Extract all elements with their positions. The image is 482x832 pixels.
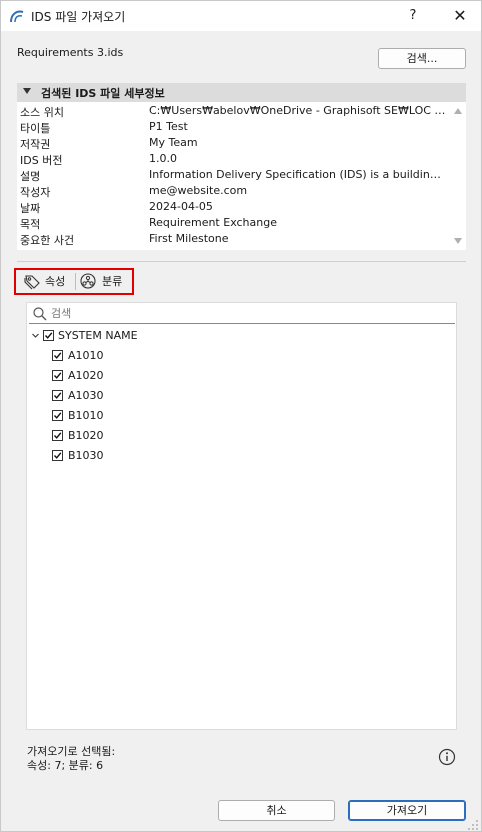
tab-classification[interactable]: 분류: [76, 270, 132, 293]
tree-root-row[interactable]: SYSTEM NAME: [31, 328, 331, 346]
tree-item[interactable]: B1020: [52, 428, 252, 446]
detail-value: C:₩Users₩abelov₩OneDrive - Graphisoft SE…: [149, 104, 447, 117]
tree-item-label: B1020: [68, 429, 104, 442]
detail-key: 소스 위치: [20, 106, 64, 119]
detail-value: me@website.com: [149, 184, 248, 197]
detail-value: 2024-04-05: [149, 200, 213, 213]
tag-icon: [24, 275, 40, 290]
detail-value: P1 Test: [149, 120, 188, 133]
tree-item-checkbox[interactable]: [52, 430, 63, 441]
tree-item-checkbox[interactable]: [52, 350, 63, 361]
archicad-logo-icon: [10, 10, 24, 23]
tree-item[interactable]: B1030: [52, 448, 252, 466]
classification-tree-panel: SYSTEM NAME A1010 A1020 A1030 B1010: [26, 302, 457, 730]
import-button[interactable]: 가져오기: [348, 800, 466, 821]
tree-item-label: A1030: [68, 389, 104, 402]
detail-row: 목적 Requirement Exchange: [17, 215, 447, 231]
tree-item[interactable]: B1010: [52, 408, 252, 426]
tab-properties-label: 속성: [45, 275, 66, 288]
detail-key: 타이틀: [20, 122, 51, 135]
tree-search-input[interactable]: [51, 305, 441, 321]
checkmark-icon: [53, 412, 62, 419]
tree-item[interactable]: A1030: [52, 388, 252, 406]
detail-row: 소스 위치 C:₩Users₩abelov₩OneDrive - Graphis…: [17, 103, 447, 119]
details-section-header[interactable]: 검색된 IDS 파일 세부정보: [17, 83, 466, 102]
tree-root-checkbox[interactable]: [43, 330, 54, 341]
detail-value: First Milestone: [149, 232, 229, 245]
close-button[interactable]: ✕: [447, 5, 473, 27]
browse-search-button[interactable]: 검색...: [378, 48, 466, 69]
tree-search-box[interactable]: [29, 304, 455, 324]
detail-key: 목적: [20, 218, 41, 231]
detail-row: 저작권 My Team: [17, 135, 447, 151]
details-header-label: 검색된 IDS 파일 세부정보: [41, 87, 165, 100]
window-title: IDS 파일 가져오기: [31, 10, 126, 24]
tree-item-label: B1030: [68, 449, 104, 462]
detail-row: 타이틀 P1 Test: [17, 119, 447, 135]
collapse-triangle-icon[interactable]: [23, 88, 31, 94]
checkmark-icon: [53, 432, 62, 439]
section-divider: [17, 261, 466, 262]
search-icon: [33, 307, 47, 321]
scroll-up-arrow-icon[interactable]: [454, 108, 462, 114]
detail-key: 설명: [20, 170, 41, 183]
detail-value: Information Delivery Specification (IDS)…: [149, 168, 447, 181]
tab-bar: 속성 분류: [14, 268, 134, 295]
tree-item[interactable]: A1010: [52, 348, 252, 366]
import-ids-dialog: IDS 파일 가져오기 ? ✕ Requirements 3.ids 검색...…: [0, 0, 482, 832]
tree-item-checkbox[interactable]: [52, 410, 63, 421]
cancel-button[interactable]: 취소: [218, 800, 335, 821]
chevron-down-icon[interactable]: [31, 331, 40, 340]
tree-item[interactable]: A1020: [52, 368, 252, 386]
tree-item-label: A1010: [68, 349, 104, 362]
status-line-2: 속성: 7; 분류: 6: [27, 759, 104, 772]
checkmark-icon: [53, 352, 62, 359]
requirements-file-name: Requirements 3.ids: [17, 46, 124, 59]
detail-key: 날짜: [20, 202, 41, 215]
detail-key: 작성자: [20, 186, 51, 199]
tab-classification-label: 분류: [102, 275, 123, 288]
detail-key: 중요한 사건: [20, 234, 75, 247]
checkmark-icon: [53, 372, 62, 379]
tree-item-checkbox[interactable]: [52, 370, 63, 381]
checkmark-icon: [53, 392, 62, 399]
checkmark-icon: [44, 332, 53, 339]
detail-value: Requirement Exchange: [149, 216, 277, 229]
scroll-down-arrow-icon[interactable]: [454, 238, 462, 244]
tree-item-label: B1010: [68, 409, 104, 422]
detail-row: 설명 Information Delivery Specification (I…: [17, 167, 447, 183]
detail-key: IDS 버전: [20, 154, 63, 167]
tree-root-label: SYSTEM NAME: [58, 329, 138, 342]
tree-item-checkbox[interactable]: [52, 390, 63, 401]
detail-row: IDS 버전 1.0.0: [17, 151, 447, 167]
resize-grip-icon[interactable]: [467, 819, 479, 831]
title-bar: IDS 파일 가져오기 ? ✕: [1, 1, 481, 31]
details-list: 소스 위치 C:₩Users₩abelov₩OneDrive - Graphis…: [17, 102, 466, 250]
checkmark-icon: [53, 452, 62, 459]
selection-status: 가져오기로 선택됨: 속성: 7; 분류: 6: [27, 745, 115, 773]
detail-row: 날짜 2024-04-05: [17, 199, 447, 215]
classification-icon: [80, 273, 96, 289]
detail-row: 중요한 사건 First Milestone: [17, 231, 447, 247]
info-icon[interactable]: [438, 748, 456, 766]
detail-value: My Team: [149, 136, 198, 149]
status-line-1: 가져오기로 선택됨:: [27, 745, 116, 758]
tree-item-label: A1020: [68, 369, 104, 382]
tree-item-checkbox[interactable]: [52, 450, 63, 461]
tab-properties[interactable]: 속성: [19, 270, 74, 293]
detail-key: 저작권: [20, 138, 51, 151]
detail-row: 작성자 me@website.com: [17, 183, 447, 199]
help-button[interactable]: ?: [399, 5, 427, 27]
detail-value: 1.0.0: [149, 152, 177, 165]
